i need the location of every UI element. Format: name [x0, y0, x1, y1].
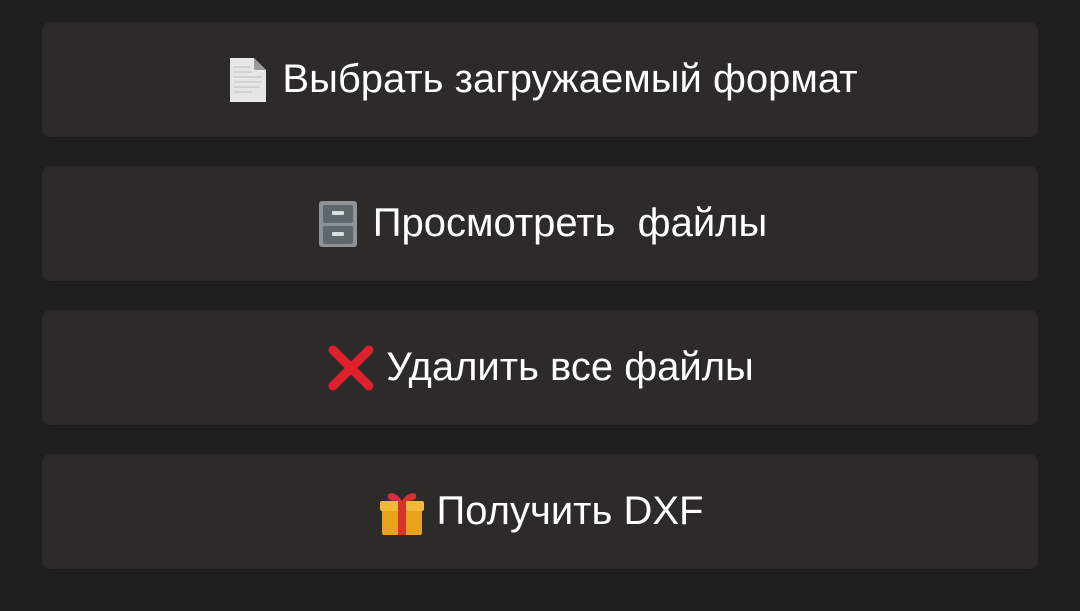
gift-icon [377, 487, 427, 537]
button-label: Получить DXF [436, 489, 704, 533]
get-dxf-button[interactable]: Получить DXF [42, 454, 1038, 569]
reply-keyboard: Выбрать загружаемый формат Просмотреть ф… [42, 22, 1038, 598]
button-label: Выбрать загружаемый формат [282, 57, 858, 101]
button-label: Просмотреть файлы [372, 201, 768, 245]
delete-all-files-button[interactable]: Удалить все файлы [42, 310, 1038, 425]
file-cabinet-icon [313, 199, 363, 249]
red-cross-icon [326, 343, 376, 393]
view-files-button[interactable]: Просмотреть файлы [42, 166, 1038, 281]
button-label: Удалить все файлы [386, 345, 754, 389]
page-document-icon [222, 55, 272, 105]
choose-format-button[interactable]: Выбрать загружаемый формат [42, 22, 1038, 137]
